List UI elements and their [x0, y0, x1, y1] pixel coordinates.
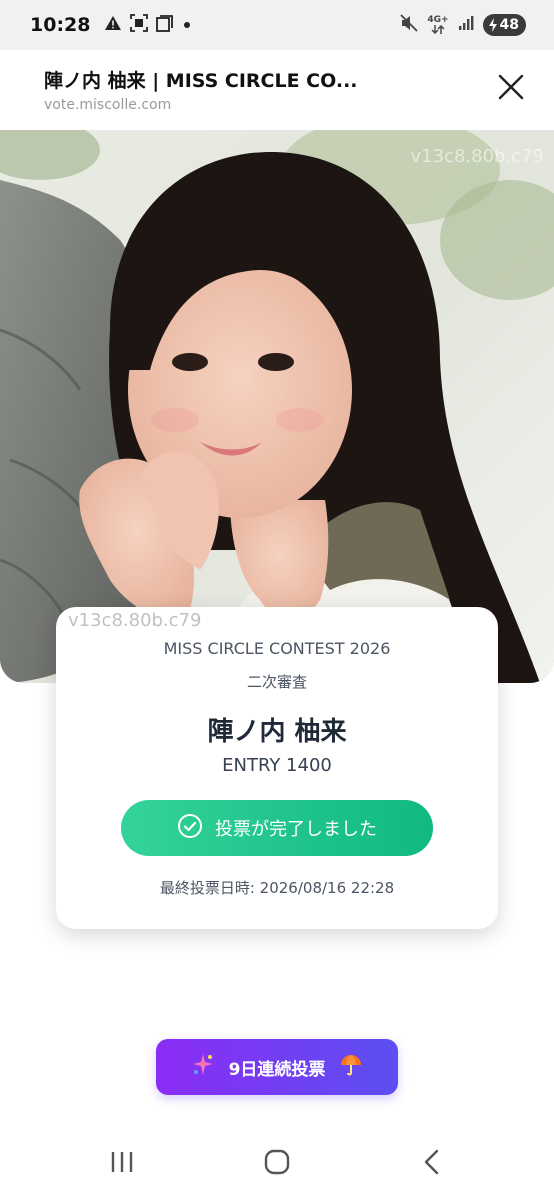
- photo-watermark: v13c8.80b.c79: [410, 146, 544, 167]
- vote-done-button[interactable]: 投票が完了しました: [121, 800, 433, 856]
- battery-icon: 48: [482, 14, 526, 36]
- card-watermark: v13c8.80b.c79: [68, 610, 202, 631]
- browser-header: 陣ノ内 柚来 | MISS CIRCLE CO... vote.miscolle…: [0, 50, 554, 130]
- back-button[interactable]: [412, 1148, 452, 1180]
- home-button[interactable]: [257, 1148, 297, 1180]
- contest-name: MISS CIRCLE CONTEST 2026: [163, 639, 391, 658]
- check-circle-icon: [177, 813, 203, 844]
- mute-icon: [400, 14, 418, 36]
- entry-card: MISS CIRCLE CONTEST 2026 二次審査 陣ノ内 柚来 ENT…: [56, 607, 498, 929]
- page-title: 陣ノ内 柚来 | MISS CIRCLE CO...: [44, 70, 358, 92]
- warning-icon: [104, 15, 122, 35]
- dot-icon: [181, 16, 193, 35]
- page-url[interactable]: vote.miscolle.com: [44, 97, 171, 113]
- streak-badge[interactable]: 9日連続投票: [156, 1039, 398, 1095]
- candidate-photo: v13c8.80b.c79: [0, 130, 554, 683]
- recents-button[interactable]: [102, 1148, 142, 1180]
- back-icon: [422, 1149, 442, 1179]
- battery-level: 48: [499, 17, 519, 33]
- navigation-bar: [0, 1130, 554, 1200]
- sparkle-icon: [191, 1053, 215, 1082]
- close-icon: [498, 74, 524, 104]
- close-button[interactable]: [492, 70, 530, 108]
- status-bar: 10:28 4G+ 48: [0, 0, 554, 50]
- home-icon: [264, 1149, 290, 1179]
- streak-label: 9日連続投票: [228, 1059, 326, 1080]
- window-icon: [156, 14, 174, 36]
- screenshot-icon: [130, 14, 149, 36]
- status-time: 10:28: [30, 14, 91, 36]
- last-vote-time: 最終投票日時: 2026/08/16 22:28: [159, 879, 395, 897]
- umbrella-icon: [339, 1053, 363, 1082]
- recents-icon: [110, 1150, 134, 1178]
- entry-number: ENTRY 1400: [222, 755, 332, 776]
- vote-done-label: 投票が完了しました: [215, 819, 377, 840]
- candidate-name: 陣ノ内 柚来: [207, 717, 347, 747]
- network-type-label: 4G+: [427, 15, 449, 25]
- signal-icon: [458, 15, 474, 35]
- round-label: 二次審査: [246, 673, 307, 691]
- network-icon: 4G+: [427, 15, 449, 34]
